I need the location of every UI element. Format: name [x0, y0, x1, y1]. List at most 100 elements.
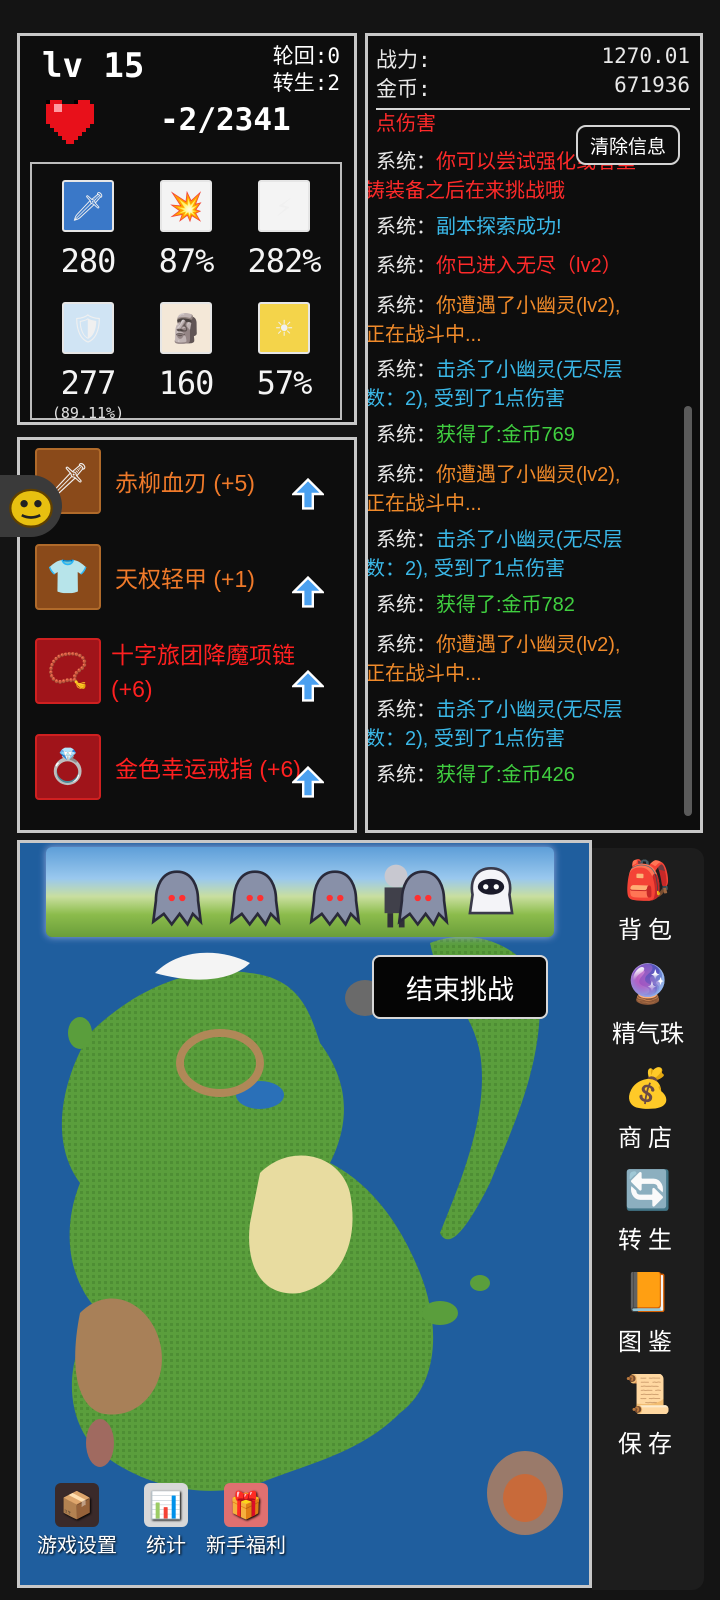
- log-message: 击杀了小幽灵(无尽层数：2), 受到了1点伤害: [368, 526, 676, 584]
- log-sender: 系统：: [376, 216, 436, 238]
- sword-icon: 🗡: [62, 180, 114, 232]
- ghost-enemy-icon: [309, 870, 361, 927]
- log-line: 你遭遇了小幽灵(lv2),: [436, 464, 621, 486]
- log-line: 击杀了小幽灵(无尽层: [436, 529, 623, 551]
- level-label: lv 15: [42, 46, 145, 86]
- shield-icon: 🛡: [62, 302, 114, 354]
- log-scrollbar[interactable]: [684, 406, 692, 816]
- log-entry: 系统： 你遭遇了小幽灵(lv2), 正在战斗中...: [368, 292, 676, 350]
- log-entry: 系统： 获得了:金币782: [376, 591, 676, 620]
- save-scroll-icon: 📜: [624, 1371, 672, 1416]
- gold-ring-icon: 💍: [35, 734, 101, 800]
- log-line: 获得了:金币426: [436, 764, 575, 786]
- equip-name: 赤柳血刃 (+5): [115, 470, 255, 496]
- slime-face-icon: [9, 488, 53, 528]
- power-value: 1270.01: [601, 44, 690, 68]
- clear-messages-button[interactable]: 清除信息: [576, 125, 680, 165]
- stat-crit-damage: ⚡ 282%: [234, 180, 334, 280]
- log-message: 你遭遇了小幽灵(lv2), 正在战斗中...: [368, 631, 676, 689]
- gold-value: 671936: [614, 73, 690, 97]
- upgrade-arrow-icon[interactable]: [292, 576, 324, 608]
- log-line: 你已进入无尽（lv2）: [436, 255, 622, 277]
- upgrade-arrow-icon[interactable]: [292, 766, 324, 798]
- log-line: 你遭遇了小幽灵(lv2),: [436, 295, 621, 317]
- log-message: 副本探索成功!: [436, 213, 676, 242]
- critical-burst-icon: 💥: [160, 180, 212, 232]
- log-sender: 系统：: [376, 764, 436, 786]
- upgrade-arrow-icon[interactable]: [292, 670, 324, 702]
- statistics-icon: 📊: [144, 1483, 188, 1527]
- log-entry: 系统： 击杀了小幽灵(无尽层 数：2), 受到了1点伤害: [368, 526, 676, 584]
- rebirth-icon: 🔄: [624, 1167, 672, 1212]
- log-line: 获得了:金币769: [436, 424, 575, 446]
- menu-rebirth[interactable]: 🔄 转生: [592, 1164, 704, 1255]
- equip-name: 金色幸运戒指 (+6): [115, 756, 301, 782]
- log-sender: 系统：: [376, 424, 436, 446]
- ghost-enemy-icon: [397, 870, 449, 927]
- stat-armor: 🗿 160: [136, 302, 236, 402]
- battle-scene-banner: [46, 847, 554, 937]
- log-line: 获得了:金币782: [436, 594, 575, 616]
- log-entry: 系统： 你遭遇了小幽灵(lv2), 正在战斗中...: [368, 461, 676, 519]
- hp-value: -2/2341: [160, 102, 291, 138]
- floating-helper-button[interactable]: [0, 475, 62, 537]
- side-menu: 🎒 背包 🔮 精气珠 💰 商店 🔄 转生 📙 图鉴 📜 保存: [592, 848, 704, 1590]
- menu-backpack[interactable]: 🎒 背包: [592, 854, 704, 945]
- world-map[interactable]: 结束挑战 📦 游戏设置 📊 统计 🎁 新手福利: [17, 840, 592, 1588]
- statistics-button[interactable]: 📊 统计: [140, 1483, 192, 1558]
- necklace-icon: 📿: [35, 638, 101, 704]
- menu-codex[interactable]: 📙 图鉴: [592, 1266, 704, 1357]
- equip-slot-weapon[interactable]: 🗡 赤柳血刃 (+5): [35, 448, 345, 518]
- stat-luck: ☀ 57%: [234, 302, 334, 402]
- ghost-enemy-icon: [151, 870, 203, 927]
- menu-save[interactable]: 📜 保存: [592, 1368, 704, 1459]
- stat-crit-rate: 💥 87%: [136, 180, 236, 280]
- shop-coins-icon: 💰: [624, 1065, 672, 1110]
- log-entry: 系统： 获得了:金币769: [376, 421, 676, 450]
- luck-coin-icon: ☀: [258, 302, 310, 354]
- menu-shop[interactable]: 💰 商店: [592, 1062, 704, 1153]
- backpack-icon: 🎒: [624, 857, 672, 902]
- light-armor-icon: 👕: [35, 544, 101, 610]
- upgrade-arrow-icon[interactable]: [292, 478, 324, 510]
- codex-book-icon: 📙: [624, 1269, 672, 1314]
- game-settings-button[interactable]: 📦 游戏设置: [32, 1483, 122, 1558]
- log-line: 正在战斗中...: [365, 324, 482, 346]
- log-message: 你遭遇了小幽灵(lv2), 正在战斗中...: [368, 461, 676, 519]
- equip-slot-ring[interactable]: 💍 金色幸运戒指 (+6): [35, 734, 345, 804]
- stat-defense: 🛡 277 (89.11%): [38, 302, 138, 422]
- log-line: 正在战斗中...: [365, 493, 482, 515]
- settings-chest-icon: 📦: [55, 1483, 99, 1527]
- menu-spirit-orb[interactable]: 🔮 精气珠: [592, 958, 704, 1049]
- log-line: 正在战斗中...: [365, 663, 482, 685]
- log-line: 数：2), 受到了1点伤害: [365, 558, 566, 580]
- power-row: 战力: 1270.01: [376, 44, 690, 72]
- log-entry: 系统： 副本探索成功!: [376, 213, 676, 242]
- ghost-enemy-icon: [229, 870, 281, 927]
- equip-name: 天权轻甲 (+1): [115, 566, 255, 592]
- log-sender: 系统：: [376, 594, 436, 616]
- spirit-orb-icon: 🔮: [624, 961, 672, 1006]
- log-line: 击杀了小幽灵(无尽层: [436, 359, 623, 381]
- character-panel: lv 15 轮回:0 转生:2 -2/2341 🗡 280 💥 87% ⚡ 28…: [17, 33, 357, 425]
- end-challenge-button[interactable]: 结束挑战: [372, 955, 548, 1019]
- equip-slot-armor[interactable]: 👕 天权轻甲 (+1): [35, 544, 345, 614]
- equip-slot-necklace[interactable]: 📿 十字旅团降魔项链 (+6): [35, 638, 345, 708]
- log-message: 击杀了小幽灵(无尽层 数：2), 受到了1点伤害: [368, 696, 676, 754]
- rebirth-count: 转生:2: [272, 71, 340, 95]
- equipment-panel: 🗡 赤柳血刃 (+5) 👕 天权轻甲 (+1) 📿 十字旅团降魔项链 (+6) …: [17, 437, 357, 833]
- log-entry: 系统： 你已进入无尽（lv2）: [376, 252, 676, 281]
- heart-icon: [46, 100, 94, 144]
- stats-grid: 🗡 280 💥 87% ⚡ 282% 🛡 277 (89.11%) 🗿 160 …: [30, 162, 342, 422]
- newbie-gift-icon: 🎁: [224, 1483, 268, 1527]
- log-entry: 系统： 击杀了小幽灵(无尽层 数：2), 受到了1点伤害: [368, 696, 676, 754]
- log-line: 数：2), 受到了1点伤害: [365, 728, 566, 750]
- log-message: 获得了:金币426: [436, 761, 676, 790]
- reincarnation-count: 轮回:0: [272, 44, 340, 68]
- equip-name: 十字旅团降魔项链 (+6): [111, 642, 295, 702]
- newbie-welfare-button[interactable]: 🎁 新手福利: [200, 1483, 292, 1558]
- armor-helmet-icon: 🗿: [160, 302, 212, 354]
- stat-attack: 🗡 280: [38, 180, 138, 280]
- log-message: 击杀了小幽灵(无尽层 数：2), 受到了1点伤害: [368, 356, 676, 414]
- log-entry: 系统： 你遭遇了小幽灵(lv2), 正在战斗中...: [368, 631, 676, 689]
